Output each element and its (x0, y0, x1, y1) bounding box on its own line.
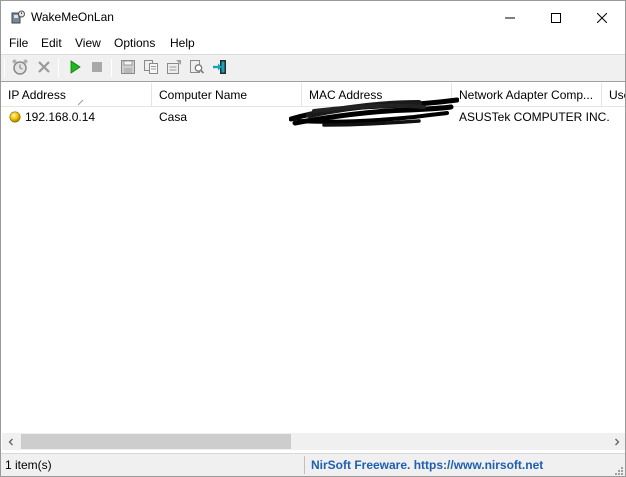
scrollbar-thumb[interactable] (21, 434, 291, 449)
cell-network-adapter-company: ASUSTek COMPUTER INC. (459, 110, 610, 124)
toolbar-separator (58, 59, 59, 77)
window-title: WakeMeOnLan (31, 10, 114, 24)
maximize-button[interactable] (533, 1, 579, 34)
play-icon (68, 59, 82, 77)
find-button[interactable] (187, 58, 207, 78)
column-header-user[interactable]: Use (602, 83, 625, 107)
alarm-clock-icon (11, 58, 29, 79)
status-dot-icon (9, 111, 21, 123)
toolbar-border (1, 81, 625, 82)
toolbar-separator (111, 59, 112, 77)
redaction-scribble (289, 97, 459, 127)
save-button[interactable] (118, 58, 138, 78)
toolbar-grip (4, 59, 5, 77)
column-header-ip-address[interactable]: IP Address (1, 83, 152, 107)
chevron-right-icon (613, 435, 621, 449)
nirsoft-link[interactable]: NirSoft Freeware. https://www.nirsoft.ne… (311, 454, 543, 476)
item-count: 1 item(s) (5, 458, 52, 472)
stop-scan-button[interactable] (87, 58, 107, 78)
app-icon (11, 10, 25, 24)
menu-edit[interactable]: Edit (41, 36, 62, 50)
cell-ip-address: 192.168.0.14 (25, 110, 96, 124)
stop-icon (90, 60, 104, 77)
search-icon (189, 59, 205, 78)
delete-button[interactable] (34, 58, 54, 78)
minimize-button[interactable] (487, 1, 533, 34)
menu-view[interactable]: View (75, 36, 101, 50)
properties-button[interactable] (164, 58, 184, 78)
start-scan-button[interactable] (65, 58, 85, 78)
menu-options[interactable]: Options (114, 36, 155, 50)
menu-file[interactable]: File (9, 36, 28, 50)
status-divider (304, 456, 305, 474)
copy-button[interactable] (141, 58, 161, 78)
properties-icon (166, 59, 182, 78)
exit-icon (212, 59, 228, 78)
main-window: WakeMeOnLan File Edit View Options Help (0, 0, 626, 477)
delete-x-icon (36, 59, 52, 78)
status-bar: 1 item(s) NirSoft Freeware. https://www.… (1, 453, 625, 476)
scroll-left-button[interactable] (2, 433, 19, 450)
computers-list[interactable]: IP Address Computer Name MAC Address Net… (1, 83, 625, 433)
menu-bar: File Edit View Options Help (1, 34, 625, 53)
chevron-left-icon (7, 435, 15, 449)
exit-button[interactable] (210, 58, 230, 78)
menu-help[interactable]: Help (170, 36, 195, 50)
column-header-network-adapter-company[interactable]: Network Adapter Comp... (452, 83, 602, 107)
sort-ascending-icon (77, 90, 85, 106)
toolbar (1, 55, 625, 81)
copy-icon (143, 59, 159, 78)
column-header-computer-name[interactable]: Computer Name (152, 83, 302, 107)
cell-computer-name: Casa (159, 110, 188, 124)
title-bar[interactable]: WakeMeOnLan (1, 1, 625, 34)
scroll-right-button[interactable] (608, 433, 625, 450)
horizontal-scrollbar[interactable] (2, 433, 625, 450)
close-button[interactable] (579, 1, 625, 34)
wake-up-button[interactable] (10, 58, 30, 78)
save-icon (120, 59, 136, 78)
resize-grip-icon[interactable] (613, 464, 623, 475)
column-label: IP Address (8, 88, 66, 102)
